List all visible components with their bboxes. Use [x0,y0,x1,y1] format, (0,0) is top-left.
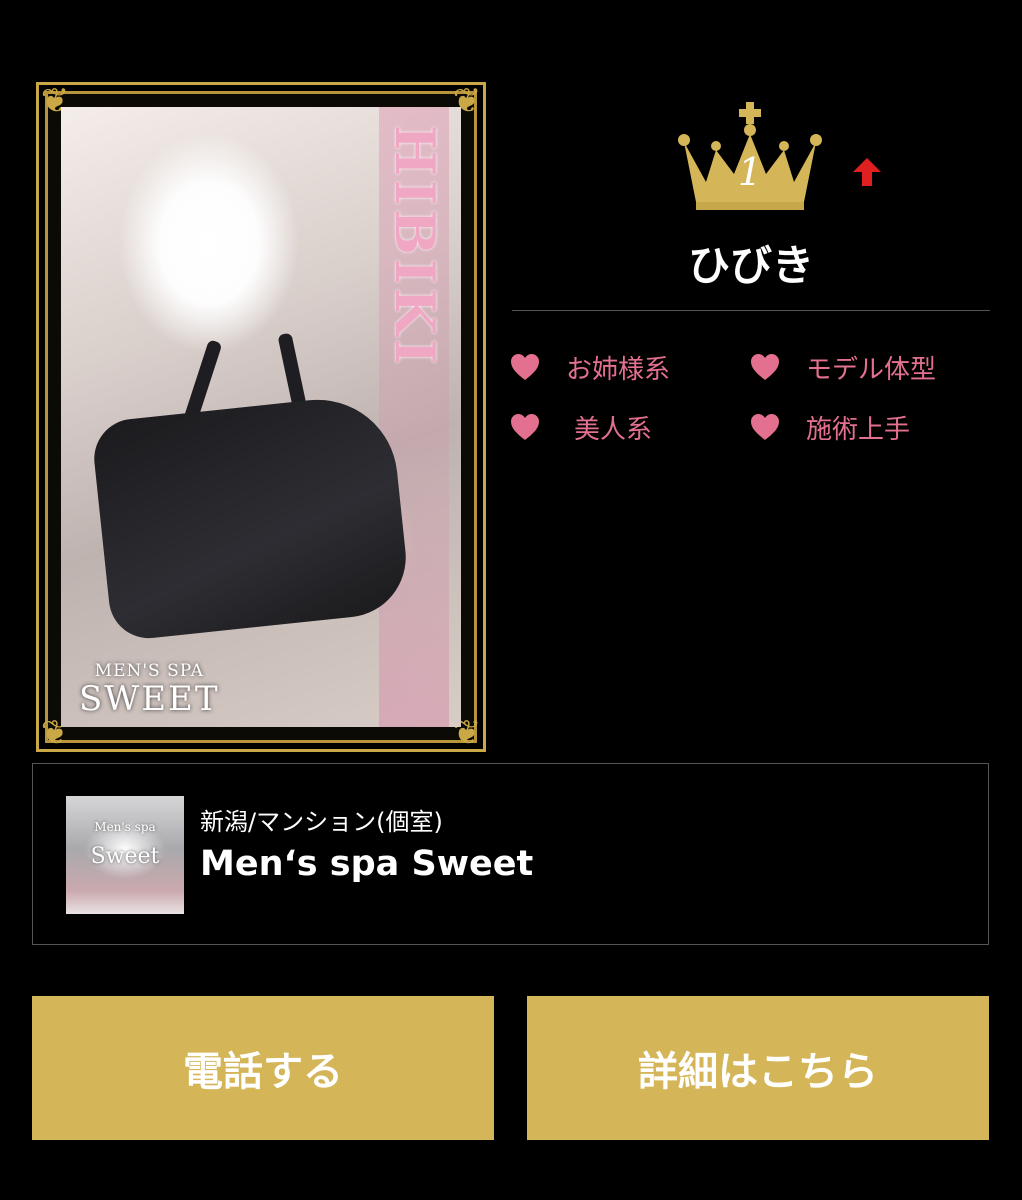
tag-label: モデル体型 [806,354,937,385]
heart-icon [511,354,539,380]
therapist-photo-card[interactable]: ❦ ❦ ❦ ❦ HIBIKI MEN'S SPA SWEET [36,81,486,753]
shop-info-box[interactable]: Men's spa Sweet 新潟/マンション(個室) Men‘s spa S… [32,763,989,945]
rank-number: 1 [737,150,763,194]
tag-label: お姉様系 [566,354,671,385]
card-brand-logo: MEN'S SPA SWEET [79,661,220,717]
tag-item: 美人系 [510,405,652,449]
tag-item: お姉様系 [510,345,670,389]
tag-label: 美人系 [574,414,653,445]
divider [512,310,990,311]
tag-item: モデル体型 [750,345,936,389]
photo-dress [90,391,412,643]
heart-icon [751,414,779,440]
card-vertical-name: HIBIKI [383,125,447,369]
tag-item: 施術上手 [750,405,910,449]
heart-icon [751,354,779,380]
tag-label: 施術上手 [806,414,911,445]
therapist-name: ひびき [687,241,814,290]
shop-thumbnail: Men's spa Sweet [66,796,184,914]
call-button[interactable]: 電話する [32,996,494,1140]
shop-thumb-logo: Sweet [90,844,160,869]
detail-button[interactable]: 詳細はこちら [527,996,989,1140]
card-brand-sub: MEN'S SPA [94,661,204,681]
shop-thumb-logo-sub: Men's spa [94,820,156,834]
card-brand-main: SWEET [79,679,220,719]
heart-icon [511,414,539,440]
shop-name[interactable]: Men‘s spa Sweet [200,844,533,884]
trend-up-arrow-icon [853,158,881,186]
rank-crown: 1 [676,102,824,212]
shop-area: 新潟/マンション(個室) [200,808,443,836]
